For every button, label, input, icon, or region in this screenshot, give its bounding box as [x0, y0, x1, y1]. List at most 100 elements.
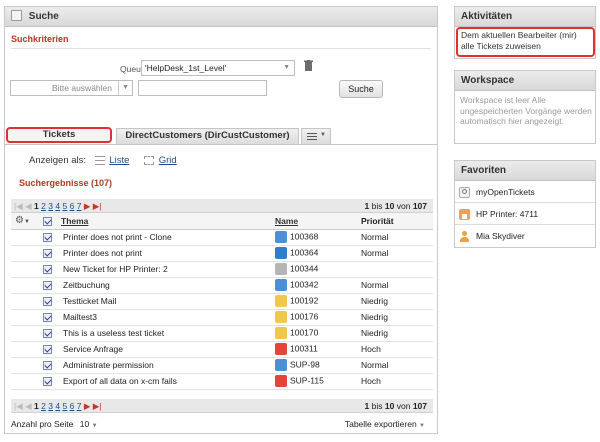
- view-grid-link[interactable]: Grid: [159, 155, 177, 166]
- table-row[interactable]: Mailtest3 100176 Niedrig: [11, 309, 433, 326]
- first-page-icon[interactable]: |◀: [14, 201, 23, 211]
- table-footer: Anzahl pro Seite 10 ▼ Tabelle exportiere…: [11, 417, 433, 431]
- pager-page-5[interactable]: 5: [62, 201, 67, 211]
- gear-icon[interactable]: ⚙: [15, 215, 24, 226]
- favorite-item[interactable]: Mia Skydiver: [455, 225, 595, 247]
- tab-directcustomers-label: DirectCustomers (DirCustCustomer): [125, 130, 290, 141]
- table-row[interactable]: Zeitbuchung 100342 Normal: [11, 277, 433, 294]
- column-header-name[interactable]: Name: [275, 216, 298, 226]
- row-name[interactable]: 100176: [275, 309, 361, 326]
- pager-page-7[interactable]: 7: [77, 201, 82, 211]
- favorite-item[interactable]: myOpenTickets: [455, 181, 595, 203]
- pager-page-6[interactable]: 6: [70, 401, 75, 411]
- view-list-link[interactable]: Liste: [109, 155, 129, 166]
- person-icon: [459, 231, 470, 243]
- pager-page-4[interactable]: 4: [55, 401, 60, 411]
- filter-field-placeholder: Bitte auswählen: [51, 83, 112, 93]
- row-thema: This is a useless test ticket: [61, 325, 275, 342]
- pager-page-2[interactable]: 2: [41, 401, 46, 411]
- range-to: 10: [384, 201, 395, 211]
- row-name-text: 100170: [290, 327, 319, 338]
- pager-page-3[interactable]: 3: [48, 201, 53, 211]
- row-checkbox[interactable]: [43, 297, 52, 307]
- trash-icon[interactable]: [304, 60, 313, 71]
- row-thema: Testticket Mail: [61, 293, 275, 310]
- pager-page-2[interactable]: 2: [41, 201, 46, 211]
- assign-all-tickets-action[interactable]: Dem aktuellen Bearbeiter (mir) alle Tick…: [456, 27, 595, 57]
- ticket-type-icon: [275, 279, 287, 291]
- range-von: von: [396, 201, 411, 211]
- filter-field-select[interactable]: Bitte auswählen ▼: [10, 80, 133, 96]
- queue-select[interactable]: 'HelpDesk_1st_Level' ▼: [141, 60, 295, 76]
- last-page-icon[interactable]: ▶|: [93, 401, 102, 411]
- row-checkbox[interactable]: [43, 233, 52, 243]
- row-checkbox[interactable]: [43, 249, 52, 259]
- pager-page-3[interactable]: 3: [48, 401, 53, 411]
- ticket-type-icon: [275, 359, 287, 371]
- workspace-empty-text: Workspace ist leer Alle ungespeicherten …: [460, 95, 592, 126]
- pager-page-5[interactable]: 5: [62, 401, 67, 411]
- table-row[interactable]: Printer does not print - Clone 100368 Norm…: [11, 229, 433, 246]
- row-checkbox[interactable]: [43, 313, 52, 323]
- pager-current: 1: [34, 201, 39, 211]
- row-priority: Hoch: [361, 341, 433, 358]
- tab-menu-button[interactable]: ▼: [301, 128, 331, 144]
- row-priority: [361, 261, 433, 278]
- table-header-row: ⚙▼ Thema Name Priorität: [11, 213, 433, 230]
- next-page-icon[interactable]: ▶: [84, 201, 91, 211]
- filter-value-input[interactable]: [138, 80, 267, 96]
- prev-page-icon[interactable]: ◀: [25, 201, 32, 211]
- table-row[interactable]: Printer does not print 100364 Normal: [11, 245, 433, 262]
- table-row[interactable]: Export of all data on x-cm fails SUP-115 H…: [11, 373, 433, 390]
- range-from: 1: [364, 201, 370, 211]
- table-row[interactable]: Administrate permission SUP-98 Normal: [11, 357, 433, 374]
- first-page-icon[interactable]: |◀: [14, 401, 23, 411]
- search-panel-header: Suche: [5, 7, 437, 27]
- workspace-header: Workspace: [455, 71, 595, 91]
- select-all-checkbox[interactable]: [43, 216, 52, 226]
- last-page-icon[interactable]: ▶|: [93, 201, 102, 211]
- table-row[interactable]: Testticket Mail 100192 Niedrig: [11, 293, 433, 310]
- row-name[interactable]: 100368: [275, 229, 361, 246]
- table-row[interactable]: Service Anfrage 100311 Hoch: [11, 341, 433, 358]
- row-name[interactable]: 100170: [275, 325, 361, 342]
- chevron-down-icon: ▼: [320, 132, 326, 138]
- row-checkbox[interactable]: [43, 265, 52, 275]
- export-table-button[interactable]: Tabelle exportieren ▼: [345, 417, 425, 433]
- row-name[interactable]: 100344: [275, 261, 361, 278]
- row-name[interactable]: 100364: [275, 245, 361, 262]
- table-row[interactable]: This is a useless test ticket 100170 Niedr…: [11, 325, 433, 342]
- search-panel-title: Suche: [28, 11, 59, 22]
- ticket-type-icon: [275, 375, 287, 387]
- favorite-label: Mia Skydiver: [476, 231, 525, 241]
- row-thema: Administrate permission: [61, 357, 275, 374]
- favorite-item[interactable]: HP Printer: 4711: [455, 203, 595, 225]
- row-name-text: 100192: [290, 295, 319, 306]
- row-name[interactable]: SUP-115: [275, 373, 361, 390]
- per-page-value: 10: [79, 419, 90, 429]
- row-name[interactable]: 100342: [275, 277, 361, 294]
- tab-directcustomers[interactable]: DirectCustomers (DirCustCustomer): [116, 128, 299, 144]
- favorites-panel: Favoriten myOpenTickets HP Printer: 4711…: [454, 160, 596, 248]
- row-checkbox[interactable]: [43, 377, 52, 387]
- pager-page-6[interactable]: 6: [70, 201, 75, 211]
- table-row[interactable]: New Ticket for HP Printer: 2 100344: [11, 261, 433, 278]
- column-header-thema[interactable]: Thema: [61, 216, 88, 226]
- chevron-down-icon: ▼: [91, 423, 98, 429]
- row-checkbox[interactable]: [43, 345, 52, 355]
- search-button[interactable]: Suche: [339, 80, 383, 98]
- row-checkbox[interactable]: [43, 281, 52, 291]
- row-name[interactable]: SUP-98: [275, 357, 361, 374]
- row-name[interactable]: 100311: [275, 341, 361, 358]
- tab-tickets[interactable]: Tickets: [6, 127, 112, 143]
- column-header-priority: Priorität: [361, 213, 433, 230]
- favorite-label: HP Printer: 4711: [476, 209, 539, 219]
- pager-page-7[interactable]: 7: [77, 401, 82, 411]
- row-checkbox[interactable]: [43, 329, 52, 339]
- per-page-select[interactable]: 10 ▼: [80, 419, 98, 429]
- pager-page-4[interactable]: 4: [55, 201, 60, 211]
- prev-page-icon[interactable]: ◀: [25, 401, 32, 411]
- row-name[interactable]: 100192: [275, 293, 361, 310]
- row-checkbox[interactable]: [43, 361, 52, 371]
- next-page-icon[interactable]: ▶: [84, 401, 91, 411]
